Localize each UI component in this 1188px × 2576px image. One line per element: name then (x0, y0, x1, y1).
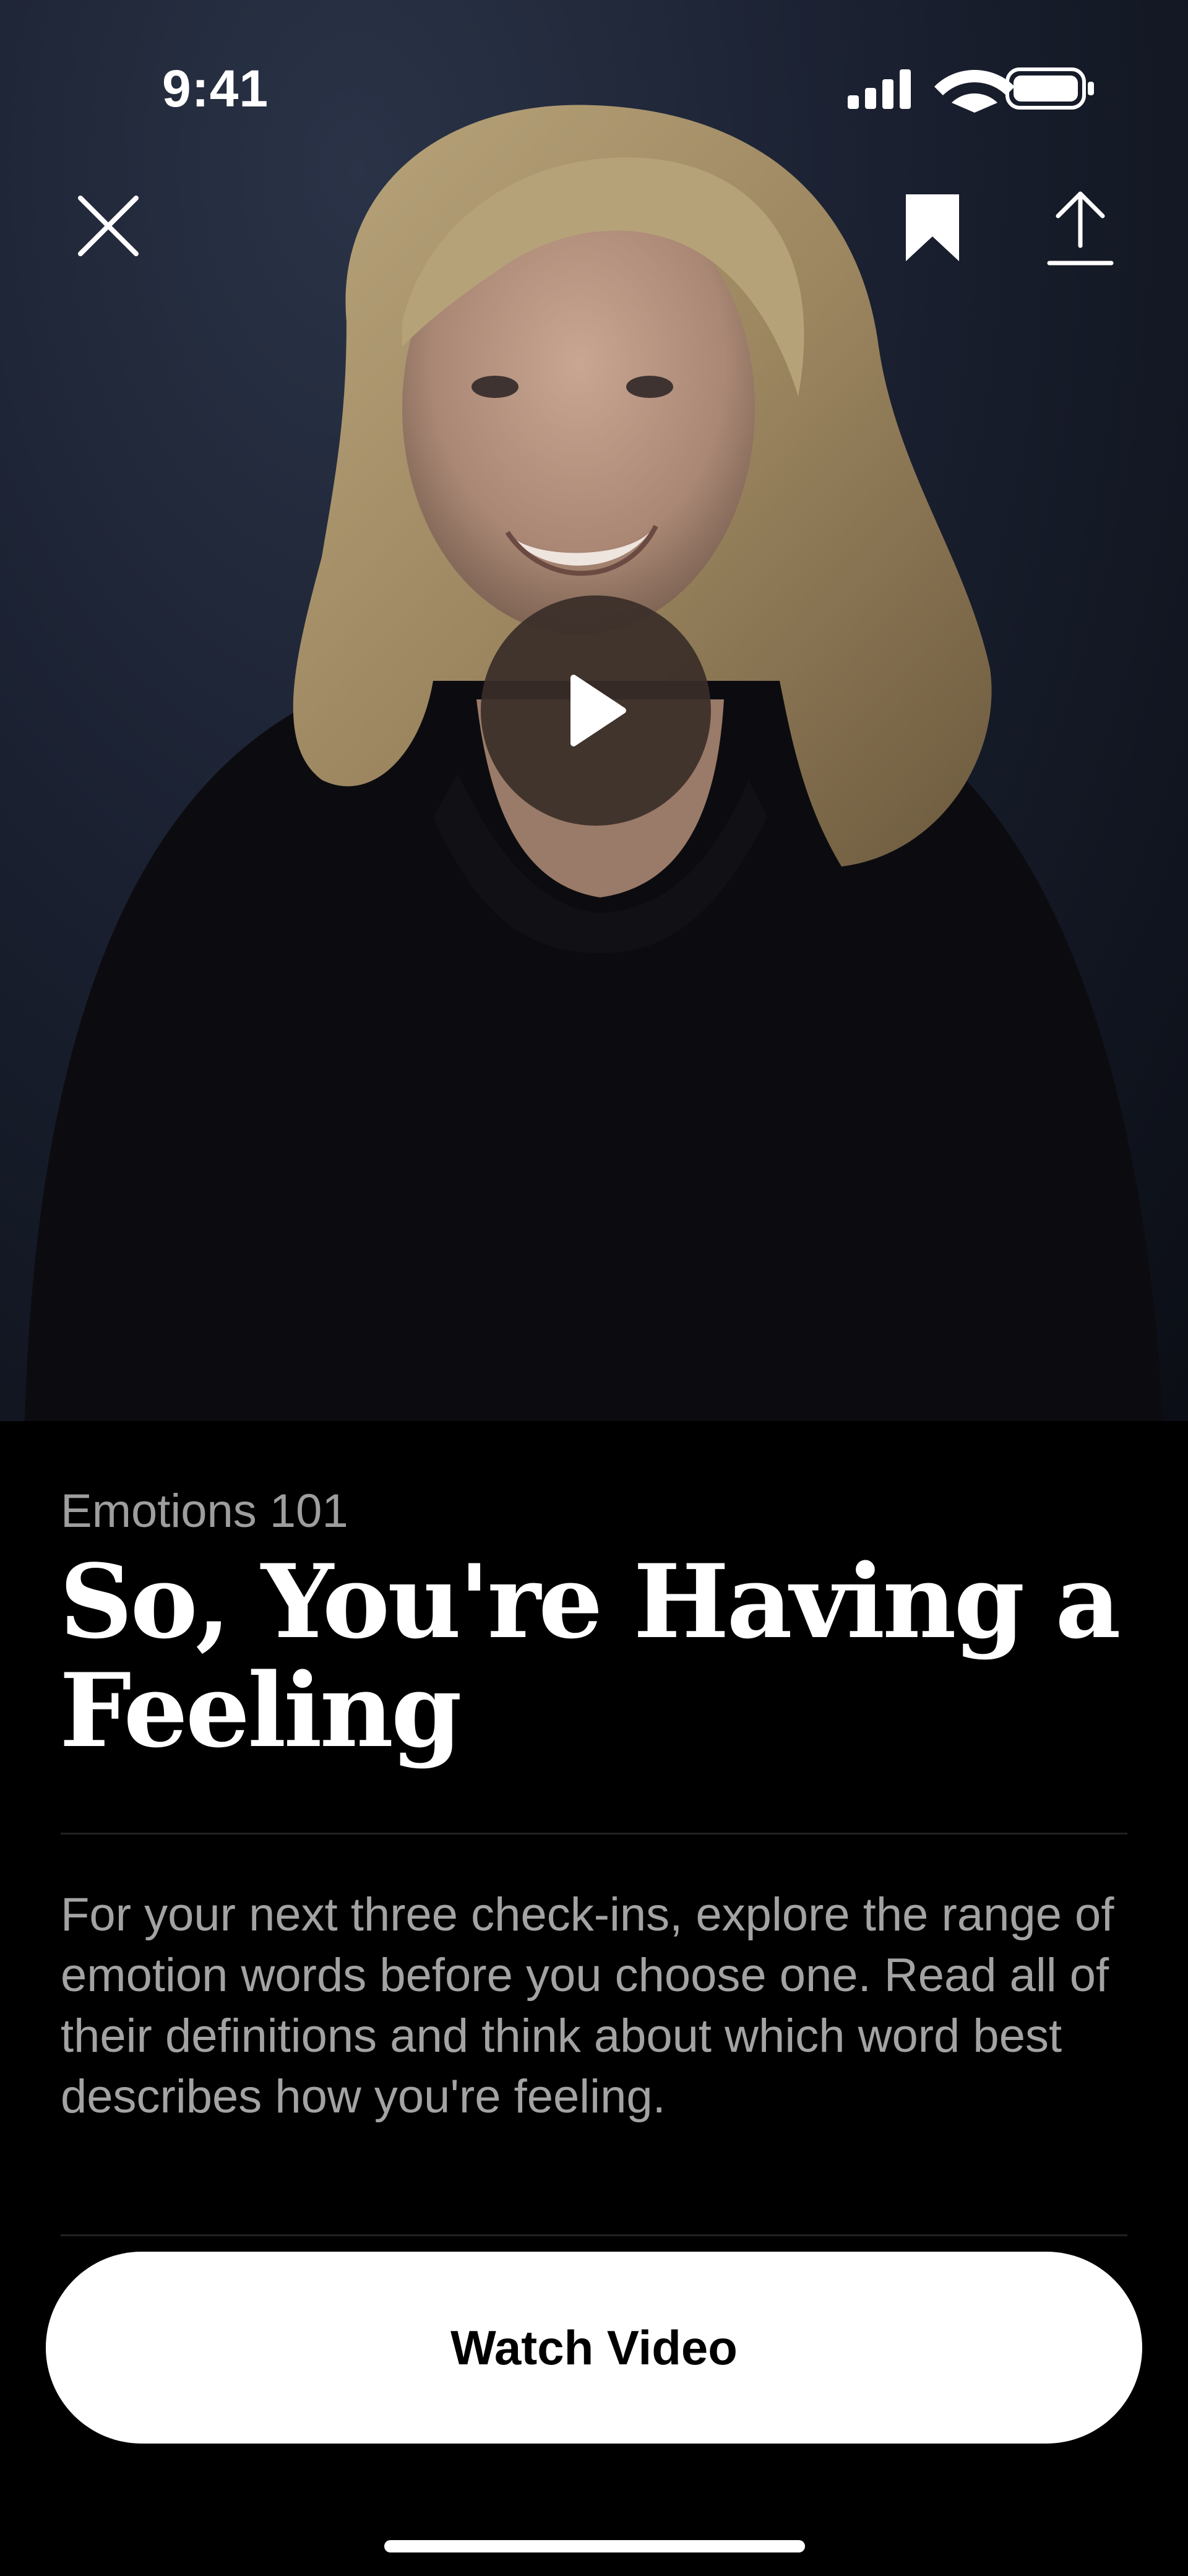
home-indicator[interactable] (384, 2540, 805, 2552)
video-hero[interactable]: 9:41 (0, 0, 1188, 1421)
series-label: Emotions 101 (61, 1485, 348, 1537)
close-button[interactable] (74, 192, 142, 260)
signal-wifi-battery-icon (848, 67, 1094, 113)
play-icon (570, 675, 626, 746)
status-time: 9:41 (162, 59, 269, 118)
lesson-title: So, You're Having a Feeling (59, 1542, 1121, 1770)
share-button[interactable] (1046, 189, 1115, 269)
watch-video-button[interactable]: Watch Video (46, 2252, 1142, 2444)
play-button[interactable] (481, 595, 711, 826)
bookmark-button[interactable] (898, 192, 966, 266)
status-icons (848, 64, 1095, 117)
bookmark-icon (906, 194, 959, 261)
divider (61, 1833, 1127, 1835)
lesson-description: For your next three check-ins, explore t… (61, 1888, 1114, 2123)
close-icon (78, 196, 139, 256)
share-icon (1047, 191, 1114, 266)
divider (61, 2234, 1127, 2236)
